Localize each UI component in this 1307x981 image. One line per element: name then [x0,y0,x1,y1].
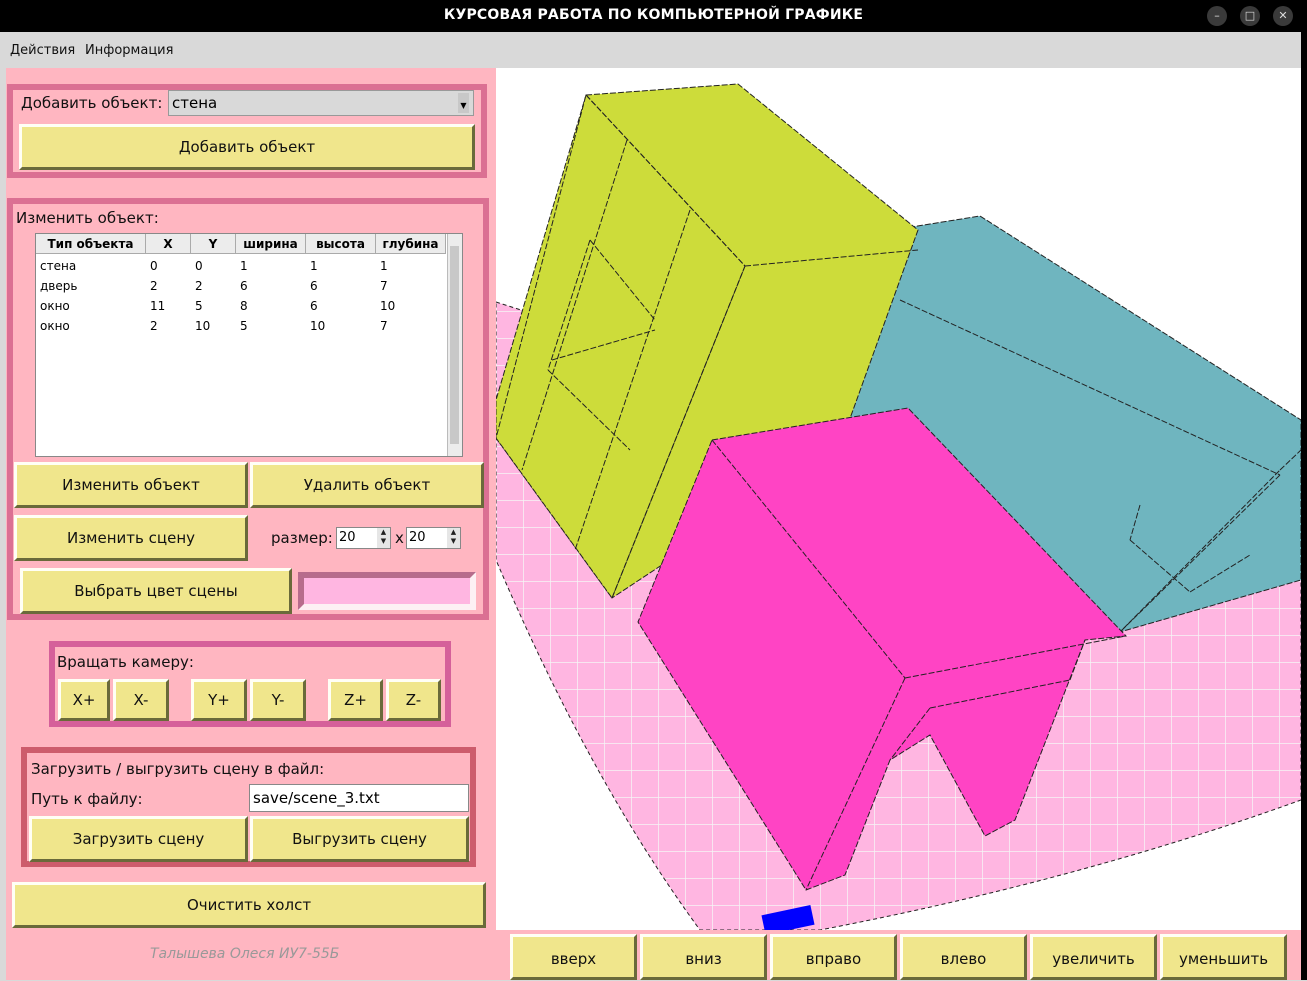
objects-table[interactable]: Тип объекта X Y ширина высота глубина ст… [35,233,463,457]
maximize-icon[interactable]: □ [1240,6,1260,26]
file-path-input[interactable]: save/scene_3.txt [249,784,469,812]
col-header-depth[interactable]: глубина [376,234,446,254]
rotate-x-minus-button[interactable]: X- [113,679,169,721]
clear-canvas-button[interactable]: Очистить холст [12,882,486,928]
table-cell: 6 [310,279,318,293]
file-label: Загрузить / выгрузить сцену в файл: [31,760,325,778]
col-header-type[interactable]: Тип объекта [36,234,146,254]
camera-label: Вращать камеру: [57,653,194,671]
author-label: Талышева Олеся ИУ7-55Б [150,946,340,962]
add-object-label: Добавить объект: [21,94,163,112]
spin-arrows-icon[interactable]: ▲ ▼ [377,528,390,548]
scene-drawing [496,83,1301,930]
scene-height-value: 20 [409,530,426,545]
size-separator: x [395,529,404,547]
scene-color-swatch [298,572,476,610]
table-cell: 7 [380,319,388,333]
table-cell: 10 [310,319,326,333]
zoom-in-button[interactable]: увеличить [1030,934,1157,980]
table-cell: 10 [195,319,211,333]
scene-width-value: 20 [339,530,356,545]
col-header-y[interactable]: Y [191,234,236,254]
menu-info[interactable]: Информация [85,43,173,58]
table-cell: окно [40,319,70,333]
table-cell: 1 [380,259,388,273]
rotate-y-plus-button[interactable]: Y+ [191,679,247,721]
menu-actions[interactable]: Действия [10,43,75,58]
table-cell: 2 [150,319,158,333]
load-scene-button[interactable]: Загрузить сцену [29,816,248,862]
table-cell: дверь [40,279,78,293]
move-up-button[interactable]: вверх [510,934,637,980]
menu-bar: Действия Информация [0,32,1301,68]
file-path-value: save/scene_3.txt [253,789,380,807]
delete-object-button[interactable]: Удалить объект [250,462,484,508]
table-cell: 2 [195,279,203,293]
table-cell: 11 [150,299,166,313]
dropdown-arrow-icon[interactable]: ▼ [458,93,469,113]
scene-canvas[interactable] [496,68,1301,930]
scene-height-spinbox[interactable]: 20 ▲ ▼ [406,527,461,549]
save-scene-button[interactable]: Выгрузить сцену [250,816,469,862]
rotate-z-minus-button[interactable]: Z- [386,679,441,721]
object-type-value: стена [172,94,218,112]
size-label: размер: [271,529,333,547]
edit-object-label: Изменить объект: [16,209,159,227]
col-header-height[interactable]: высота [306,234,376,254]
table-cell: 0 [195,259,203,273]
table-cell: 6 [310,299,318,313]
window-title: КУРСОВАЯ РАБОТА ПО КОМПЬЮТЕРНОЙ ГРАФИКЕ [443,7,864,23]
title-bar: КУРСОВАЯ РАБОТА ПО КОМПЬЮТЕРНОЙ ГРАФИКЕ … [0,0,1307,32]
table-scrollbar[interactable] [447,234,462,456]
table-cell: 0 [150,259,158,273]
move-left-button[interactable]: влево [900,934,1027,980]
table-cell: 5 [195,299,203,313]
rotate-z-plus-button[interactable]: Z+ [328,679,383,721]
table-cell: 7 [380,279,388,293]
change-scene-button[interactable]: Изменить сцену [14,515,248,561]
add-object-button[interactable]: Добавить объект [19,124,475,170]
spin-arrows-icon[interactable]: ▲ ▼ [447,528,460,548]
choose-scene-color-button[interactable]: Выбрать цвет сцены [20,568,292,614]
table-cell: 2 [150,279,158,293]
path-label: Путь к файлу: [31,790,143,808]
table-cell: 1 [310,259,318,273]
zoom-out-button[interactable]: уменьшить [1160,934,1287,980]
table-cell: 1 [240,259,248,273]
table-cell: 10 [380,299,396,313]
scene-width-spinbox[interactable]: 20 ▲ ▼ [336,527,391,549]
table-cell: 6 [240,279,248,293]
col-header-width[interactable]: ширина [236,234,306,254]
col-header-x[interactable]: X [146,234,191,254]
move-down-button[interactable]: вниз [640,934,767,980]
move-right-button[interactable]: вправо [770,934,897,980]
close-icon[interactable]: ✕ [1273,6,1293,26]
rotate-x-plus-button[interactable]: X+ [58,679,110,721]
object-type-select[interactable]: стена ▼ [168,90,474,116]
change-object-button[interactable]: Изменить объект [14,462,248,508]
table-cell: 8 [240,299,248,313]
table-cell: стена [40,259,77,273]
table-cell: 5 [240,319,248,333]
minimize-icon[interactable]: – [1207,6,1227,26]
rotate-y-minus-button[interactable]: Y- [250,679,306,721]
scrollbar-thumb[interactable] [450,246,459,444]
table-cell: окно [40,299,70,313]
window-edge [1301,32,1307,980]
